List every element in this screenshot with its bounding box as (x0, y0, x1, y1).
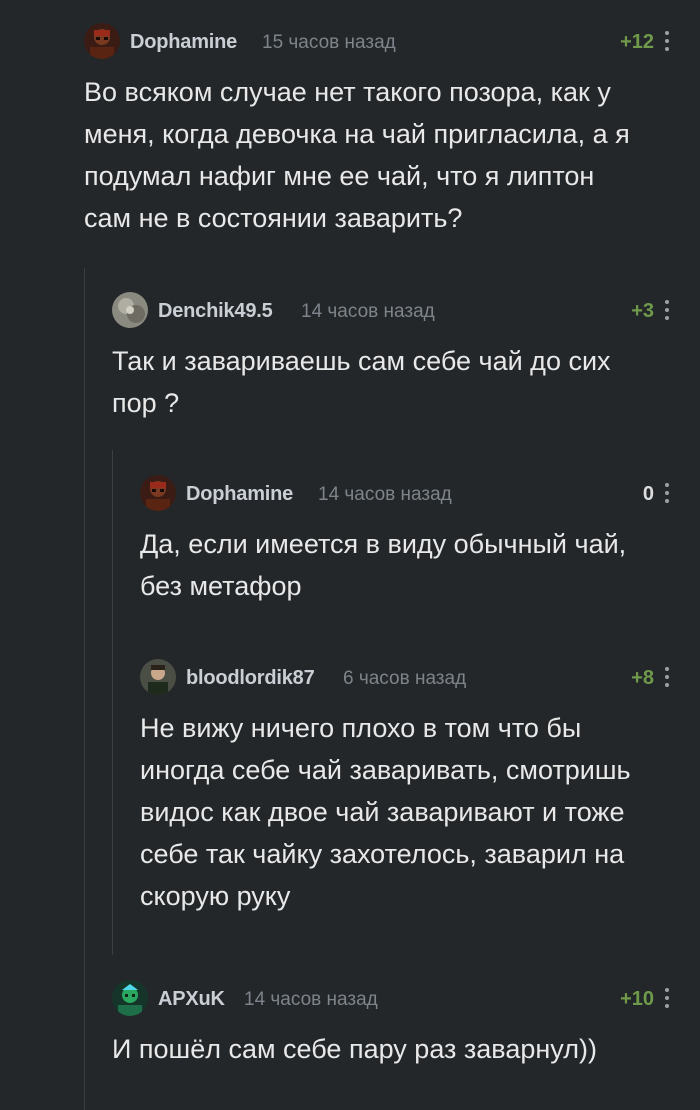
comment-header: Denchik49.5 14 часов назад +3 (112, 292, 672, 328)
comment-text: Да, если имеется в виду обычный чай, без… (140, 529, 627, 601)
avatar[interactable] (140, 659, 176, 695)
avatar[interactable] (140, 475, 176, 511)
comment-text: И пошёл сам себе пару раз заварнул)) (112, 1034, 597, 1064)
comment-text: Во всяком случае нет такого позора, как … (84, 77, 630, 233)
username[interactable]: Denchik49.5 (158, 300, 273, 323)
comment-header: Dophamine 14 часов назад 0 (140, 475, 672, 511)
comment-header: APXuK 14 часов назад +10 (112, 980, 672, 1016)
comment-text: Так и завариваешь сам себе чай до сих по… (112, 346, 611, 418)
comment-time: 14 часов назад (318, 484, 452, 505)
comment-header: Dophamine 15 часов назад +12 (84, 23, 672, 59)
comment-rating: 0 (642, 483, 654, 505)
username[interactable]: Dophamine (130, 31, 237, 54)
username[interactable]: bloodlordik87 (186, 667, 315, 690)
comment-time: 14 часов назад (244, 989, 378, 1010)
more-vertical-icon[interactable] (662, 481, 672, 505)
comment-header: bloodlordik87 6 часов назад +8 (140, 659, 672, 695)
comment-rating: +3 (631, 300, 654, 322)
comment: bloodlordik87 6 часов назад +8 Не вижу н… (140, 659, 672, 917)
comment-rating: +10 (620, 988, 654, 1010)
more-vertical-icon[interactable] (662, 986, 672, 1010)
comment-time: 14 часов назад (301, 301, 435, 322)
comment: Denchik49.5 14 часов назад +3 Так и зава… (112, 292, 672, 424)
comment: Dophamine 14 часов назад 0 Да, если имее… (140, 475, 672, 607)
avatar[interactable] (84, 23, 120, 59)
avatar[interactable] (112, 980, 148, 1016)
more-vertical-icon[interactable] (662, 298, 672, 322)
comment-text: Не вижу ничего плохо в том что бы иногда… (140, 713, 631, 911)
comment-rating: +8 (631, 667, 654, 689)
comment: APXuK 14 часов назад +10 И пошёл сам себ… (112, 980, 672, 1070)
username[interactable]: Dophamine (186, 483, 293, 506)
more-vertical-icon[interactable] (662, 665, 672, 689)
username[interactable]: APXuK (158, 988, 225, 1011)
comment-rating: +12 (620, 31, 654, 53)
comment-time: 15 часов назад (262, 32, 396, 53)
more-vertical-icon[interactable] (662, 29, 672, 53)
thread-line-level-1 (84, 268, 85, 1110)
comment-time: 6 часов назад (343, 668, 467, 689)
comment: Dophamine 15 часов назад +12 Во всяком с… (84, 23, 672, 239)
thread-line-level-2 (112, 450, 113, 955)
avatar[interactable] (112, 292, 148, 328)
